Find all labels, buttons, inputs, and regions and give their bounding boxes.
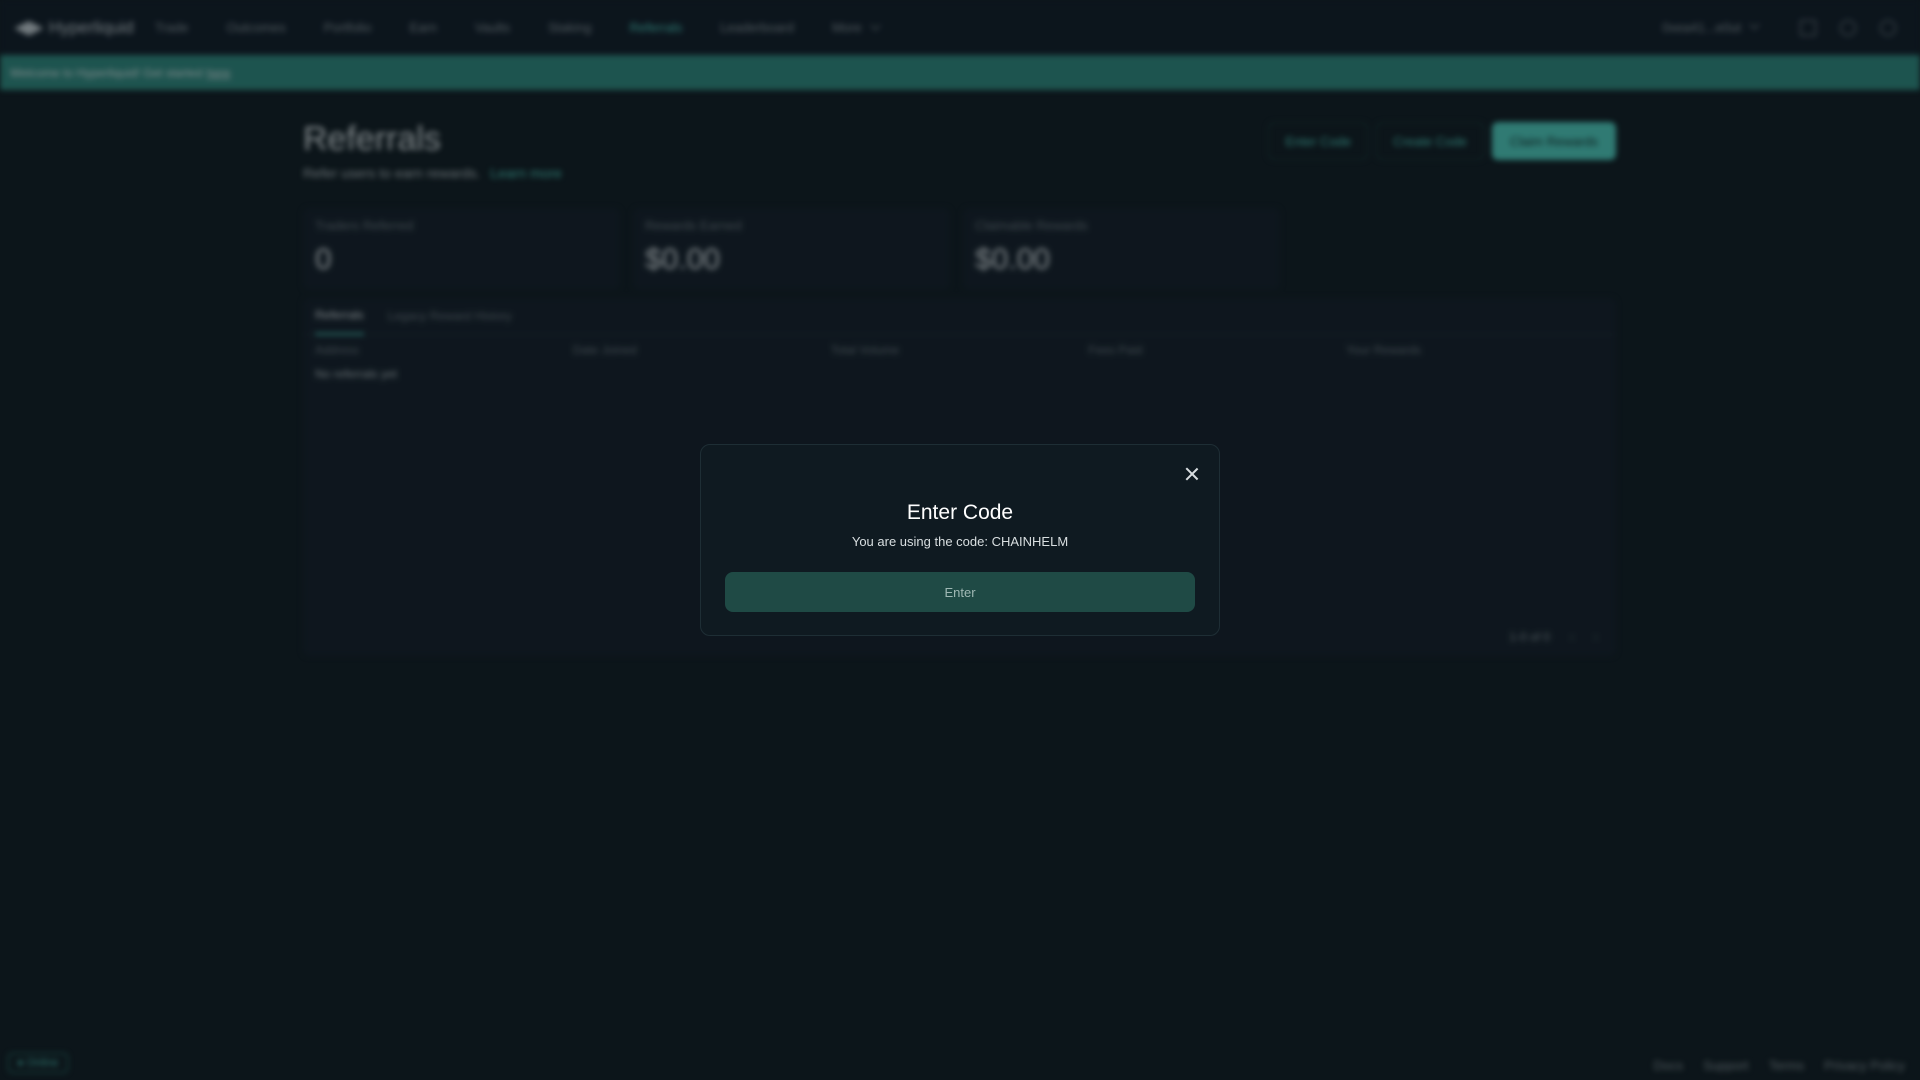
enter-code-modal: Enter Code You are using the code: CHAIN… (700, 444, 1220, 636)
enter-button[interactable]: Enter (725, 572, 1195, 612)
modal-description: You are using the code: CHAINHELM (851, 534, 1069, 549)
close-icon[interactable] (1185, 467, 1199, 481)
modal-title: Enter Code (906, 501, 1014, 524)
